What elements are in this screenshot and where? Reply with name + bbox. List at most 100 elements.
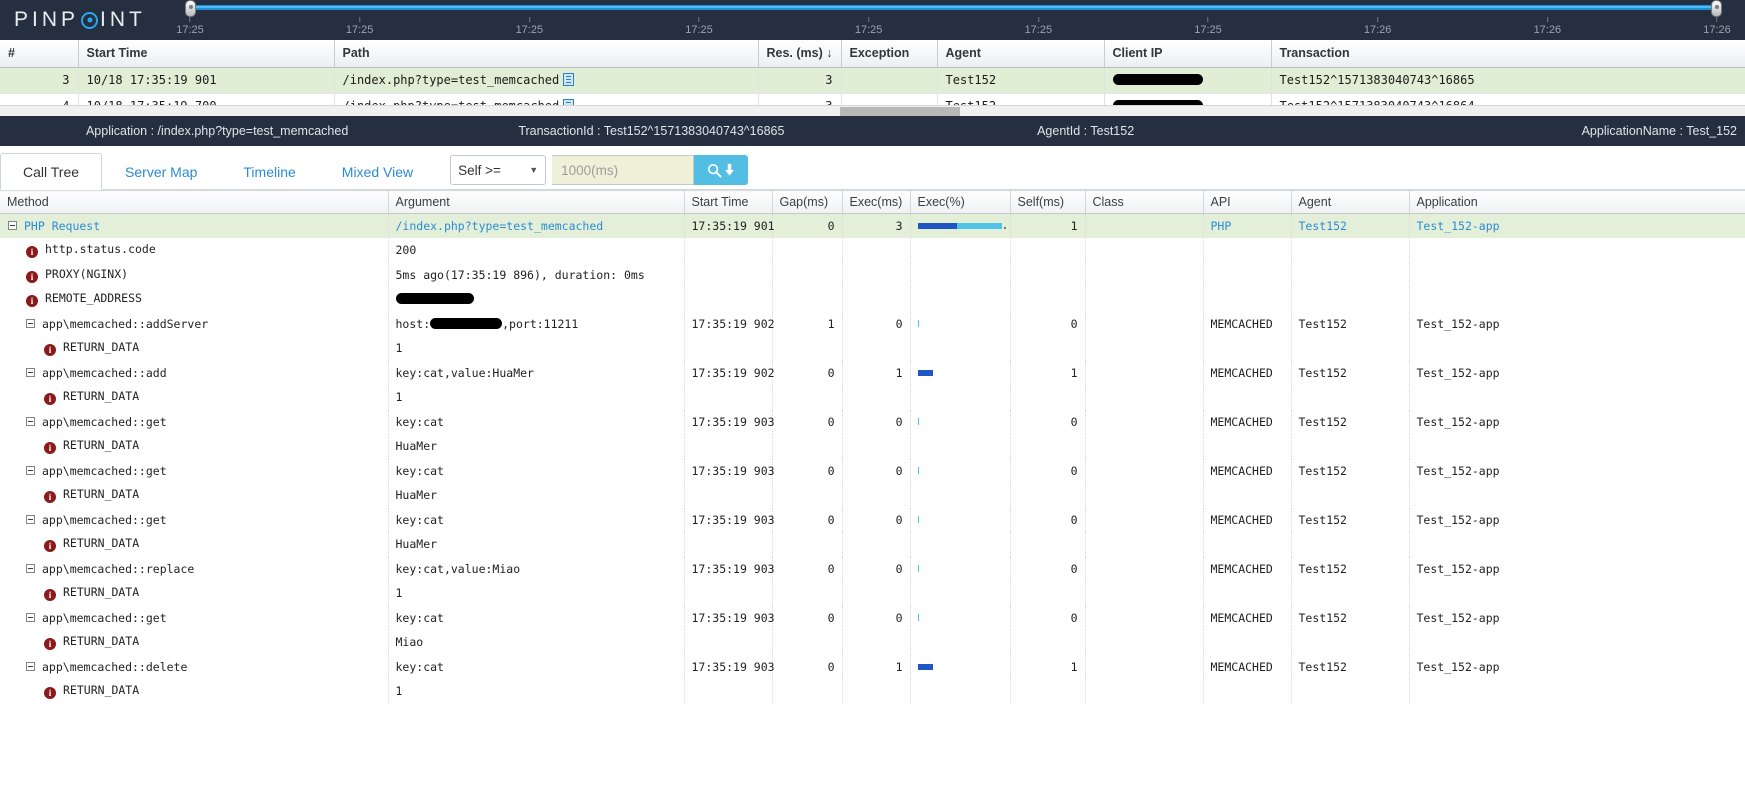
- column-header-client-ip[interactable]: Client IP: [1104, 40, 1272, 68]
- call-tree-row[interactable]: i PROXY(NGINX) 5ms ago(17:35:19 896), dura…: [0, 262, 1745, 287]
- cell-gap-ms: [772, 630, 843, 655]
- ct-column-start-time[interactable]: Start Time: [684, 190, 773, 214]
- call-tree-row[interactable]: app\memcached::get key:cat 17:35:19 903 0 0 0…: [0, 458, 1745, 483]
- column-header-agent[interactable]: Agent: [937, 40, 1105, 68]
- call-tree-row[interactable]: i RETURN_DATA HuaMer: [0, 483, 1745, 508]
- slider-track[interactable]: [190, 5, 1717, 10]
- cell-self-ms: 0: [1010, 605, 1086, 630]
- call-tree-row[interactable]: app\memcached::get key:cat 17:35:19 903 0 0 0…: [0, 605, 1745, 630]
- pinpoint-logo[interactable]: PINP INT: [0, 0, 160, 32]
- cell-transaction: Test152^1571383040743^16865: [1271, 67, 1745, 94]
- cell-start-time: [684, 238, 773, 263]
- cell-class: [1085, 556, 1204, 581]
- ct-column-agent[interactable]: Agent: [1291, 190, 1410, 214]
- cell-argument: key:cat: [388, 458, 685, 483]
- call-tree-row[interactable]: i RETURN_DATA 1: [0, 336, 1745, 361]
- cell-exec-percent: [910, 556, 1011, 581]
- cell-start-time: 17:35:19 902: [684, 311, 775, 336]
- call-tree-row[interactable]: app\memcached::get key:cat 17:35:19 903 0 0 0…: [0, 409, 1745, 434]
- collapse-toggle-icon[interactable]: [26, 318, 35, 328]
- call-tree-row[interactable]: app\memcached::addServer host: ,port:11211…: [0, 311, 1745, 336]
- cell-agent-link[interactable]: Test152: [1299, 219, 1347, 233]
- cell-api: MEMCACHED: [1203, 458, 1292, 483]
- timeline-tick: 17:25: [516, 17, 543, 36]
- cell-gap-ms: [772, 532, 843, 557]
- ct-column-class[interactable]: Class: [1085, 190, 1204, 214]
- collapse-toggle-icon[interactable]: [8, 221, 17, 230]
- column-header-[interactable]: #: [0, 40, 79, 68]
- call-tree-row[interactable]: app\memcached::get key:cat 17:35:19 903 0 0 0…: [0, 507, 1745, 532]
- ct-column-exec-ms[interactable]: Exec(ms): [842, 190, 911, 214]
- filter-type-select[interactable]: Self >= ▼: [450, 155, 547, 185]
- call-tree-row[interactable]: i RETURN_DATA 1: [0, 679, 1745, 704]
- info-icon: i: [44, 687, 56, 700]
- ct-column-application[interactable]: Application: [1409, 190, 1745, 214]
- call-tree-table: Method Argument Start Time Gap(ms) Exec(ms) E…: [0, 190, 1745, 704]
- cell-argument: key:cat: [388, 409, 685, 434]
- slider-handle-right[interactable]: [1711, 0, 1722, 17]
- call-tree-row[interactable]: i RETURN_DATA Miao: [0, 630, 1745, 655]
- column-header-exception[interactable]: Exception: [841, 40, 938, 68]
- collapse-toggle-icon[interactable]: [26, 465, 35, 475]
- method-name: RETURN_DATA: [63, 487, 140, 502]
- transaction-detail-icon[interactable]: [563, 73, 575, 86]
- cell-agent: [1291, 434, 1410, 459]
- call-tree-row[interactable]: i RETURN_DATA 1: [0, 385, 1745, 410]
- tab-call-tree[interactable]: Call Tree: [0, 153, 103, 190]
- scrollbar-thumb[interactable]: [840, 107, 960, 116]
- call-tree-row[interactable]: i http.status.code 200: [0, 238, 1745, 263]
- tick-label: 17:25: [176, 24, 204, 36]
- cell-application: Test_152-app: [1409, 409, 1745, 434]
- cell-start-time: 17:35:19 903: [684, 605, 775, 630]
- table-row[interactable]: 3 10/18 17:35:19 901/index.php?type=test_…: [0, 67, 1745, 94]
- call-tree-row[interactable]: i RETURN_DATA 1: [0, 581, 1745, 606]
- tab-timeline[interactable]: Timeline: [220, 153, 318, 190]
- ct-column-api[interactable]: API: [1203, 190, 1292, 214]
- argument-text: 200: [395, 243, 417, 258]
- argument-text[interactable]: /index.php?type=test_memcached: [396, 219, 604, 233]
- call-tree-row[interactable]: i REMOTE_ADDRESS: [0, 287, 1745, 312]
- cell-application-link[interactable]: Test_152-app: [1417, 219, 1500, 233]
- collapse-toggle-icon[interactable]: [26, 514, 35, 524]
- cell-exec-percent: [910, 262, 1011, 287]
- cell-method: i RETURN_DATA: [0, 581, 389, 606]
- column-header-start-time[interactable]: Start Time: [78, 40, 335, 68]
- column-header-res-ms[interactable]: Res. (ms) ↓: [758, 40, 842, 68]
- collapse-toggle-icon[interactable]: [26, 367, 35, 377]
- time-range-slider[interactable]: 17:25 17:25 17:25 17:25 17:25 17:25 17:25 17:26…: [176, 0, 1731, 40]
- tick-mark: [868, 17, 870, 22]
- cell-application: Test_152-app: [1409, 213, 1745, 238]
- ct-column-self-ms[interactable]: Self(ms): [1010, 190, 1086, 214]
- collapse-toggle-icon[interactable]: [26, 612, 35, 622]
- argument-text: key:cat,value:Miao: [395, 561, 521, 576]
- ct-column-argument[interactable]: Argument: [388, 190, 685, 214]
- cell-api-link[interactable]: PHP: [1211, 219, 1232, 233]
- call-tree-row[interactable]: i RETURN_DATA HuaMer: [0, 532, 1745, 557]
- call-tree-row[interactable]: PHP Request/index.php?type=test_memcache…: [0, 213, 1745, 238]
- call-tree-row[interactable]: app\memcached::add key:cat,value:HuaMer 17…: [0, 360, 1745, 385]
- info-icon: i: [26, 270, 38, 283]
- column-header-transaction[interactable]: Transaction: [1271, 40, 1745, 68]
- cell-argument: key:cat,value:HuaMer: [388, 360, 685, 385]
- cell-self-ms: 1: [1010, 654, 1086, 679]
- tab-mixed-view[interactable]: Mixed View: [319, 153, 436, 190]
- threshold-input[interactable]: 1000(ms): [552, 155, 695, 185]
- cell-gap-ms: [772, 336, 843, 361]
- ct-column-gap-ms[interactable]: Gap(ms): [772, 190, 843, 214]
- collapse-toggle-icon[interactable]: [26, 661, 35, 671]
- ct-column-exec[interactable]: Exec(%): [910, 190, 1011, 214]
- column-header-path[interactable]: Path: [334, 40, 759, 68]
- collapse-toggle-icon[interactable]: [26, 416, 35, 426]
- collapse-toggle-icon[interactable]: [26, 563, 35, 573]
- method-name[interactable]: PHP Request: [24, 219, 100, 233]
- call-tree-row[interactable]: app\memcached::delete key:cat 17:35:19 903…: [0, 654, 1745, 679]
- slider-handle-left[interactable]: [185, 0, 196, 17]
- transaction-list-hscrollbar[interactable]: [0, 105, 1745, 116]
- search-button[interactable]: [694, 155, 749, 185]
- call-tree-row[interactable]: app\memcached::replace key:cat,value:Miao…: [0, 556, 1745, 581]
- tab-server-map[interactable]: Server Map: [102, 153, 220, 190]
- ct-column-method[interactable]: Method: [0, 190, 389, 214]
- cell-agent: [1291, 336, 1410, 361]
- call-tree-row[interactable]: i RETURN_DATA HuaMer: [0, 434, 1745, 459]
- cell-start-time: [684, 385, 773, 410]
